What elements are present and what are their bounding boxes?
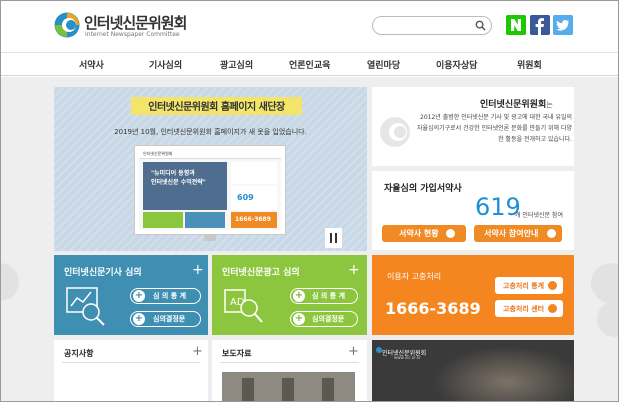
divider: [220, 362, 359, 363]
ad-stats-button[interactable]: + 심 의 통 계: [290, 288, 358, 304]
logo-icon[interactable]: [54, 12, 80, 38]
main-navigation: 서약사 기사심의 광고심의 언론인교육 열린마당 이용자상담 위원회: [1, 52, 618, 76]
article-decisions-button[interactable]: + 심의결정문: [130, 311, 201, 327]
committee-logo-icon: [380, 117, 410, 147]
committee-title-suffix: 는: [546, 101, 553, 109]
arrow-circle-icon: [446, 229, 455, 238]
arrow-circle-icon: [548, 281, 557, 290]
plus-circle-icon: +: [293, 313, 305, 325]
screen-tile-green: [143, 212, 183, 228]
browser-frame: 인터넷신문위원회 Internet Newspaper Committee 서약…: [0, 0, 619, 402]
ad-decisions-label: 심의결정문: [312, 315, 345, 323]
video-url: www.inc.or.kr: [394, 355, 421, 360]
nav-item-open-forum[interactable]: 열린마당: [367, 58, 400, 71]
notice-title[interactable]: 공지사항: [64, 348, 93, 359]
complaint-center-label: 고충처리 센터: [503, 305, 545, 313]
complaint-tile: [372, 255, 574, 335]
ad-stats-label: 심 의 통 계: [312, 292, 346, 300]
article-review-illustration: [66, 287, 105, 326]
naver-icon[interactable]: [506, 15, 526, 35]
complaint-stats-button[interactable]: 고충처리 통계: [495, 277, 563, 294]
pledge-guide-button[interactable]: 서약사 참여안내: [474, 225, 562, 242]
twitter-icon[interactable]: [553, 15, 573, 35]
nav-item-journalist-education[interactable]: 언론인교육: [289, 58, 330, 71]
committee-description: 2012년 출범한 인터넷신문 기사 및 광고에 대한 국내 유일의 자율심의기…: [417, 114, 572, 143]
ad-review-title: 인터넷신문광고 심의: [222, 268, 300, 278]
complaint-label: 이용자 고충처리: [387, 272, 442, 281]
complaint-center-button[interactable]: 고충처리 센터: [495, 300, 563, 317]
article-stats-label: 심 의 통 계: [153, 292, 187, 300]
screen-count: 609: [237, 193, 254, 202]
photo-figure: [242, 378, 254, 401]
article-review-title: 인터넷신문기사 심의: [64, 268, 142, 278]
member-count: 619: [475, 193, 521, 221]
plus-icon[interactable]: +: [192, 345, 203, 358]
photo-figure: [322, 378, 334, 401]
plus-icon[interactable]: +: [192, 263, 204, 277]
nav-item-ad-review[interactable]: 광고심의: [220, 58, 253, 71]
logo-title[interactable]: 인터넷신문위원회: [84, 12, 187, 33]
press-title[interactable]: 보도자료: [222, 348, 251, 359]
screen-headline-line-2: 인터넷신문 수익전략": [151, 179, 206, 186]
nav-item-article-review[interactable]: 기사심의: [149, 58, 182, 71]
arrow-circle-icon: [548, 304, 557, 313]
pledge-guide-label: 서약사 참여안내: [484, 229, 539, 238]
nav-item-committee[interactable]: 위원회: [517, 58, 542, 71]
self-regulation-title: 자율심의 가입서약사: [384, 184, 462, 194]
site-header: 인터넷신문위원회 Internet Newspaper Committee: [1, 1, 618, 51]
screen-header: 인터넷신문위원회: [139, 150, 281, 159]
plus-circle-icon: +: [133, 290, 145, 302]
nav-item-pledge[interactable]: 서약사: [79, 58, 104, 71]
nav-item-user-counsel[interactable]: 이용자상담: [436, 58, 477, 71]
plus-circle-icon: +: [293, 290, 305, 302]
banner-description: 2019년 10월, 인터넷신문위원회 홈페이지가 새 옷을 입었습니다.: [114, 128, 307, 136]
screen-headline: "뉴미디어 동향과 인터넷신문 수익전략": [151, 169, 206, 187]
search-icon[interactable]: [475, 20, 486, 31]
screen-logo: 인터넷신문위원회: [143, 151, 173, 156]
screen-phone: 1666-3689: [235, 216, 271, 223]
screen-side-box: [231, 162, 277, 184]
banner-title: 인터넷신문위원회 홈페이지 새단장: [148, 102, 285, 113]
ad-review-illustration: AD: [224, 289, 263, 323]
screen-headline-line-1: "뉴미디어 동향과: [151, 170, 195, 177]
monitor-illustration: 인터넷신문위원회 "뉴미디어 동향과 인터넷신문 수익전략" 609 1666-…: [134, 145, 286, 235]
article-stats-button[interactable]: + 심 의 통 계: [130, 288, 201, 304]
pledge-status-button[interactable]: 서약사 현황: [382, 225, 466, 242]
article-decisions-label: 심의결정문: [153, 315, 186, 323]
plus-icon[interactable]: +: [348, 345, 359, 358]
pause-icon: [330, 233, 332, 243]
complaint-stats-label: 고충처리 통계: [503, 282, 545, 290]
logo-subtitle: Internet Newspaper Committee: [85, 31, 180, 38]
banner-pause-button[interactable]: [325, 228, 342, 248]
screen-tile-blue: [185, 212, 225, 228]
search-box: [372, 16, 492, 35]
committee-title: 인터넷신문위원회는: [480, 97, 553, 110]
press-photo[interactable]: [222, 372, 355, 401]
committee-title-text: 인터넷신문위원회: [480, 100, 547, 110]
ad-decisions-button[interactable]: + 심의결정문: [290, 311, 358, 327]
pledge-status-label: 서약사 현황: [399, 229, 439, 238]
search-input[interactable]: [381, 19, 473, 32]
arrow-circle-icon: [547, 229, 556, 238]
pause-icon: [335, 233, 337, 243]
complaint-phone[interactable]: 1666-3689: [385, 299, 481, 318]
video-frame: [432, 346, 574, 401]
member-count-unit: 개 인터넷신문 참여: [515, 212, 563, 219]
monitor-screen: 인터넷신문위원회 "뉴미디어 동향과 인터넷신문 수익전략" 609 1666-…: [139, 150, 281, 230]
plus-circle-icon: +: [133, 313, 145, 325]
monitor-stand: [204, 235, 216, 241]
plus-icon[interactable]: +: [348, 263, 360, 277]
photo-figure: [282, 378, 294, 401]
facebook-icon[interactable]: [530, 15, 550, 35]
main-banner[interactable]: 인터넷신문위원회 홈페이지 새단장 2019년 10월, 인터넷신문위원회 홈페…: [54, 87, 367, 251]
divider: [62, 362, 200, 363]
